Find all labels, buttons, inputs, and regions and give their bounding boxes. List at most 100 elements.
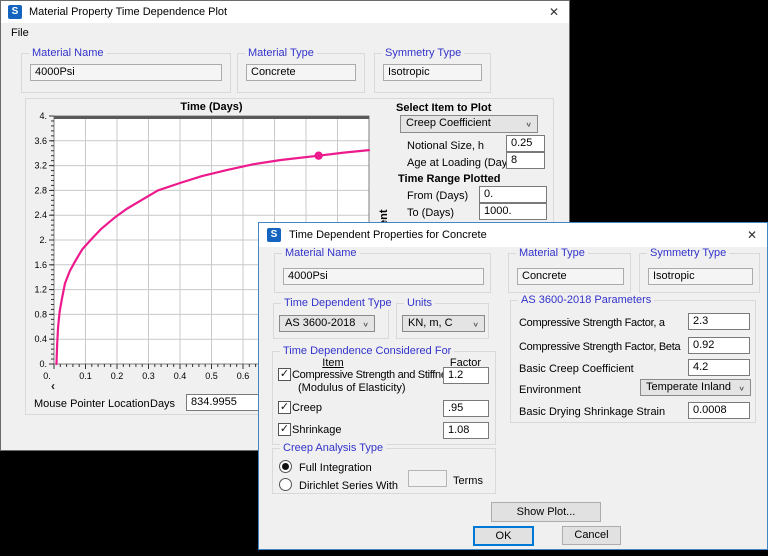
svg-text:2.: 2.	[39, 235, 47, 245]
symmetry-type-label: Symmetry Type	[382, 47, 464, 60]
basic-creep-coefficient-label: Basic Creep Coefficient	[519, 363, 634, 375]
select-item-dropdown[interactable]: Creep Coefficient ∨	[400, 115, 538, 133]
plot-window-titlebar[interactable]: S Material Property Time Dependence Plot…	[1, 1, 569, 23]
dirichlet-series-label: Dirichlet Series With	[299, 480, 398, 492]
material-type-field[interactable]: Concrete	[246, 64, 356, 81]
properties-dialog-title: Time Dependent Properties for Concrete	[289, 223, 487, 247]
shrinkage-strain-field[interactable]: 0.0008	[688, 402, 750, 419]
time-dependent-type-label: Time Dependent Type	[281, 297, 395, 310]
material-type-label: Material Type	[516, 247, 588, 260]
environment-value: Temperate Inland	[646, 381, 731, 393]
chevron-down-icon: ∨	[525, 119, 532, 130]
chevron-down-icon: ∨	[362, 319, 369, 330]
material-name-field[interactable]: 4000Psi	[283, 268, 484, 285]
from-days-field[interactable]: 0.	[479, 186, 547, 203]
svg-text:2.4: 2.4	[34, 210, 47, 220]
svg-text:0.6: 0.6	[237, 371, 250, 381]
svg-text:0.8: 0.8	[34, 309, 47, 319]
symmetry-type-group: Symmetry Type Isotropic	[639, 253, 760, 293]
app-icon: S	[8, 5, 22, 19]
shrinkage-strain-label: Basic Drying Shrinkage Strain	[519, 406, 665, 418]
show-plot-button[interactable]: Show Plot...	[491, 502, 601, 522]
svg-text:0.: 0.	[43, 371, 51, 381]
material-name-group: Material Name 4000Psi	[21, 53, 231, 93]
close-icon[interactable]: ✕	[737, 223, 767, 247]
select-item-value: Creep Coefficient	[406, 117, 491, 129]
svg-text:3.2: 3.2	[34, 161, 47, 171]
menubar: File	[1, 23, 569, 44]
cancel-button[interactable]: Cancel	[562, 526, 621, 545]
creep-analysis-label: Creep Analysis Type	[280, 442, 386, 455]
checkbox-compressive-strength[interactable]: ✓	[278, 368, 291, 381]
shrinkage-factor-field[interactable]: 1.08	[443, 422, 489, 439]
material-type-group: Material Type Concrete	[237, 53, 365, 93]
item-column-header: Item	[303, 357, 363, 369]
shrinkage-item-label: Shrinkage	[292, 424, 342, 436]
svg-text:1.2: 1.2	[34, 285, 47, 295]
material-name-label: Material Name	[29, 47, 107, 60]
svg-text:1.6: 1.6	[34, 260, 47, 270]
compressive-strength-item-label: Compressive Strength and Stiffness	[292, 369, 457, 381]
time-dependent-type-group: Time Dependent Type AS 3600-2018 ∨	[273, 303, 389, 339]
symmetry-type-field[interactable]: Isotropic	[648, 268, 753, 285]
to-days-field[interactable]: 1000.	[479, 203, 547, 220]
menu-file[interactable]: File	[11, 27, 29, 39]
as3600-parameters-label: AS 3600-2018 Parameters	[518, 294, 654, 307]
environment-dropdown[interactable]: Temperate Inland ∨	[640, 379, 751, 396]
material-name-field[interactable]: 4000Psi	[30, 64, 222, 81]
time-range-heading: Time Range Plotted	[398, 173, 500, 185]
close-icon[interactable]: ✕	[539, 1, 569, 23]
svg-text:0.4: 0.4	[34, 334, 47, 344]
dirichlet-terms-field[interactable]	[408, 470, 447, 487]
material-type-field[interactable]: Concrete	[517, 268, 624, 285]
material-type-label: Material Type	[245, 47, 317, 60]
mouse-pointer-label: Mouse Pointer Location	[34, 398, 150, 410]
svg-text:4.: 4.	[39, 111, 47, 121]
svg-text:3.6: 3.6	[34, 136, 47, 146]
full-integration-label: Full Integration	[299, 462, 372, 474]
terms-label: Terms	[453, 475, 483, 487]
basic-creep-coefficient-field[interactable]: 4.2	[688, 359, 750, 376]
notional-size-field[interactable]: 0.25	[506, 135, 545, 152]
notional-size-label: Notional Size, h	[407, 140, 484, 152]
ok-button[interactable]: OK	[473, 526, 534, 546]
creep-factor-field[interactable]: .95	[443, 400, 489, 417]
properties-dialog: S Time Dependent Properties for Concrete…	[258, 222, 768, 550]
strength-factor-a-field[interactable]: 2.3	[688, 313, 750, 330]
units-label: Units	[404, 297, 435, 310]
chevron-down-icon: ∨	[738, 383, 745, 394]
properties-dialog-titlebar[interactable]: S Time Dependent Properties for Concrete…	[259, 223, 767, 247]
app-icon: S	[267, 228, 281, 242]
checkbox-creep[interactable]: ✓	[278, 401, 291, 414]
time-dependent-type-value: AS 3600-2018	[285, 317, 355, 329]
scroll-left-icon[interactable]: ‹	[51, 379, 55, 393]
creep-item-label: Creep	[292, 402, 322, 414]
strength-factor-beta-field[interactable]: 0.92	[688, 337, 750, 354]
age-loading-field[interactable]: 8	[506, 152, 545, 169]
radio-full-integration[interactable]	[279, 460, 292, 473]
symmetry-type-field[interactable]: Isotropic	[383, 64, 482, 81]
svg-text:0.: 0.	[39, 359, 47, 369]
svg-text:2.8: 2.8	[34, 185, 47, 195]
material-name-label: Material Name	[282, 247, 360, 260]
plot-window-title: Material Property Time Dependence Plot	[29, 1, 227, 23]
units-dropdown[interactable]: KN, m, C ∨	[402, 315, 485, 332]
units-value: KN, m, C	[408, 317, 453, 329]
checkbox-shrinkage[interactable]: ✓	[278, 423, 291, 436]
from-days-label: From (Days)	[407, 190, 468, 202]
strength-factor-a-label: Compressive Strength Factor, a	[519, 317, 665, 329]
modulus-elasticity-label: (Modulus of Elasticity)	[298, 382, 406, 394]
svg-text:0.4: 0.4	[174, 371, 187, 381]
compressive-strength-factor-field[interactable]: 1.2	[443, 367, 489, 384]
radio-dirichlet-series[interactable]	[279, 478, 292, 491]
svg-text:0.1: 0.1	[79, 371, 92, 381]
time-dependent-type-dropdown[interactable]: AS 3600-2018 ∨	[279, 315, 375, 332]
svg-text:0.3: 0.3	[142, 371, 155, 381]
creep-analysis-group: Creep Analysis Type Full Integration Dir…	[272, 448, 496, 494]
environment-label: Environment	[519, 384, 581, 396]
units-group: Units KN, m, C ∨	[396, 303, 489, 339]
time-dependence-group: Time Dependence Considered For Item Fact…	[272, 351, 496, 445]
select-item-heading: Select Item to Plot	[396, 102, 491, 114]
chevron-down-icon: ∨	[472, 319, 479, 330]
svg-text:0.5: 0.5	[205, 371, 218, 381]
